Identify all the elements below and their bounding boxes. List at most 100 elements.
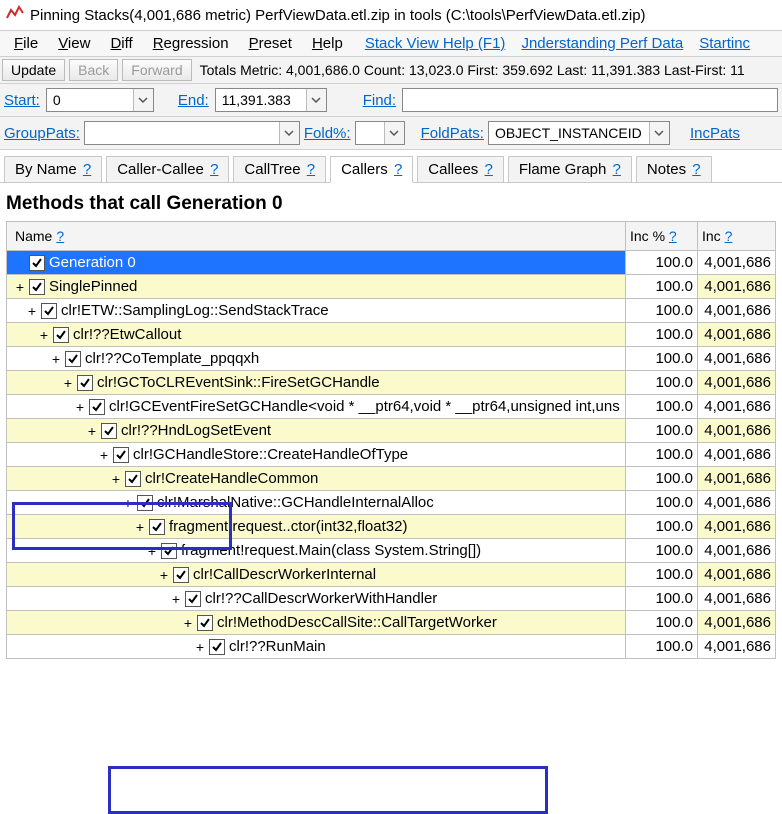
row-checkbox[interactable] [101,423,117,439]
end-label[interactable]: End: [178,92,209,109]
name-cell[interactable]: +fragment!request.Main(class System.Stri… [7,539,625,562]
tab-notes[interactable]: Notes ? [636,156,712,182]
row-checkbox[interactable] [173,567,189,583]
help-icon[interactable]: ? [394,161,402,178]
name-cell[interactable]: +clr!ETW::SamplingLog::SendStackTrace [7,299,625,322]
name-cell[interactable]: +clr!??EtwCallout [7,323,625,346]
help-icon[interactable]: ? [613,161,621,178]
incpats-label[interactable]: IncPats [690,125,740,142]
table-row[interactable]: +clr!??CallDescrWorkerWithHandler100.04,… [6,587,776,611]
row-checkbox[interactable] [197,615,213,631]
name-cell[interactable]: +fragment!request..ctor(int32,float32) [7,515,625,538]
expander-icon[interactable]: + [49,352,63,366]
name-cell[interactable]: +SinglePinned [7,275,625,298]
table-row[interactable]: +clr!GCHandleStore::CreateHandleOfType10… [6,443,776,467]
table-row[interactable]: +clr!ETW::SamplingLog::SendStackTrace100… [6,299,776,323]
table-row[interactable]: +clr!CallDescrWorkerInternal100.04,001,6… [6,563,776,587]
row-checkbox[interactable] [113,447,129,463]
table-row[interactable]: +clr!CreateHandleCommon100.04,001,686 [6,467,776,491]
row-checkbox[interactable] [65,351,81,367]
name-cell[interactable]: +clr!GCToCLREventSink::FireSetGCHandle [7,371,625,394]
chevron-down-icon[interactable] [384,122,404,144]
start-combo[interactable] [46,88,154,112]
forward-button[interactable]: Forward [122,59,191,81]
menu-regression[interactable]: Regression [143,31,239,56]
update-button[interactable]: Update [2,59,65,81]
name-cell[interactable]: +clr!??HndLogSetEvent [7,419,625,442]
row-checkbox[interactable] [185,591,201,607]
tab-caller-callee[interactable]: Caller-Callee ? [106,156,229,182]
table-row[interactable]: +clr!??RunMain100.04,001,686 [6,635,776,659]
expander-icon[interactable]: + [157,568,171,582]
name-cell[interactable]: +clr!GCEventFireSetGCHandle<void * __ptr… [7,395,625,418]
grouppats-input[interactable] [85,122,279,144]
table-row[interactable]: +clr!??EtwCallout100.04,001,686 [6,323,776,347]
help-icon[interactable]: ? [83,161,91,178]
table-row[interactable]: +clr!GCToCLREventSink::FireSetGCHandle10… [6,371,776,395]
name-cell[interactable]: Generation 0 [7,251,625,274]
start-input[interactable] [47,89,133,111]
tab-by-name[interactable]: By Name ? [4,156,102,182]
help-icon[interactable]: ? [210,161,218,178]
name-cell[interactable]: +clr!CreateHandleCommon [7,467,625,490]
expander-icon[interactable]: + [25,304,39,318]
tab-callees[interactable]: Callees ? [417,156,504,182]
foldpct-combo[interactable] [355,121,405,145]
help-icon[interactable]: ? [56,228,64,244]
name-cell[interactable]: +clr!MethodDescCallSite::CallTargetWorke… [7,611,625,634]
end-input[interactable] [216,89,306,111]
row-checkbox[interactable] [137,495,153,511]
row-checkbox[interactable] [29,255,45,271]
link-starting[interactable]: Startinc [691,31,758,56]
foldpats-input[interactable] [489,122,649,144]
help-icon[interactable]: ? [307,161,315,178]
expander-icon[interactable]: + [97,448,111,462]
table-row[interactable]: +fragment!request..ctor(int32,float32)10… [6,515,776,539]
menu-preset[interactable]: Preset [239,31,302,56]
menu-file[interactable]: File [4,31,48,56]
expander-icon[interactable]: + [133,520,147,534]
chevron-down-icon[interactable] [133,89,153,111]
row-checkbox[interactable] [125,471,141,487]
expander-icon[interactable]: + [73,400,87,414]
row-checkbox[interactable] [161,543,177,559]
end-combo[interactable] [215,88,327,112]
expander-icon[interactable]: + [13,280,27,294]
col-name-header[interactable]: Name ? [7,222,625,250]
back-button[interactable]: Back [69,59,118,81]
grouppats-label[interactable]: GroupPats: [4,125,80,142]
row-checkbox[interactable] [29,279,45,295]
table-row[interactable]: +fragment!request.Main(class System.Stri… [6,539,776,563]
link-understanding-perf-data[interactable]: Jnderstanding Perf Data [513,31,691,56]
name-cell[interactable]: +clr!MarshalNative::GCHandleInternalAllo… [7,491,625,514]
help-icon[interactable]: ? [484,161,492,178]
foldpats-label[interactable]: FoldPats: [421,125,484,142]
start-label[interactable]: Start: [4,92,40,109]
name-cell[interactable]: +clr!??CoTemplate_ppqqxh [7,347,625,370]
expander-icon[interactable]: + [109,472,123,486]
col-incpct-header[interactable]: Inc % ? [625,222,697,250]
row-checkbox[interactable] [209,639,225,655]
tab-callers[interactable]: Callers ? [330,156,413,183]
name-cell[interactable]: +clr!??RunMain [7,635,625,658]
expander-icon[interactable]: + [61,376,75,390]
tab-calltree[interactable]: CallTree ? [233,156,326,182]
chevron-down-icon[interactable] [649,122,669,144]
expander-icon[interactable]: + [169,592,183,606]
expander-icon[interactable]: + [85,424,99,438]
expander-icon[interactable]: + [37,328,51,342]
name-cell[interactable]: +clr!CallDescrWorkerInternal [7,563,625,586]
table-row[interactable]: Generation 0100.04,001,686 [6,251,776,275]
table-row[interactable]: +clr!MethodDescCallSite::CallTargetWorke… [6,611,776,635]
row-checkbox[interactable] [77,375,93,391]
find-label[interactable]: Find: [363,92,396,109]
name-cell[interactable]: +clr!GCHandleStore::CreateHandleOfType [7,443,625,466]
col-inc-header[interactable]: Inc ? [697,222,775,250]
chevron-down-icon[interactable] [306,89,326,111]
row-checkbox[interactable] [41,303,57,319]
table-row[interactable]: +clr!??CoTemplate_ppqqxh100.04,001,686 [6,347,776,371]
find-input[interactable] [402,88,778,112]
link-stack-view-help[interactable]: Stack View Help (F1) [357,31,514,56]
expander-icon[interactable]: + [145,544,159,558]
help-icon[interactable]: ? [692,161,700,178]
